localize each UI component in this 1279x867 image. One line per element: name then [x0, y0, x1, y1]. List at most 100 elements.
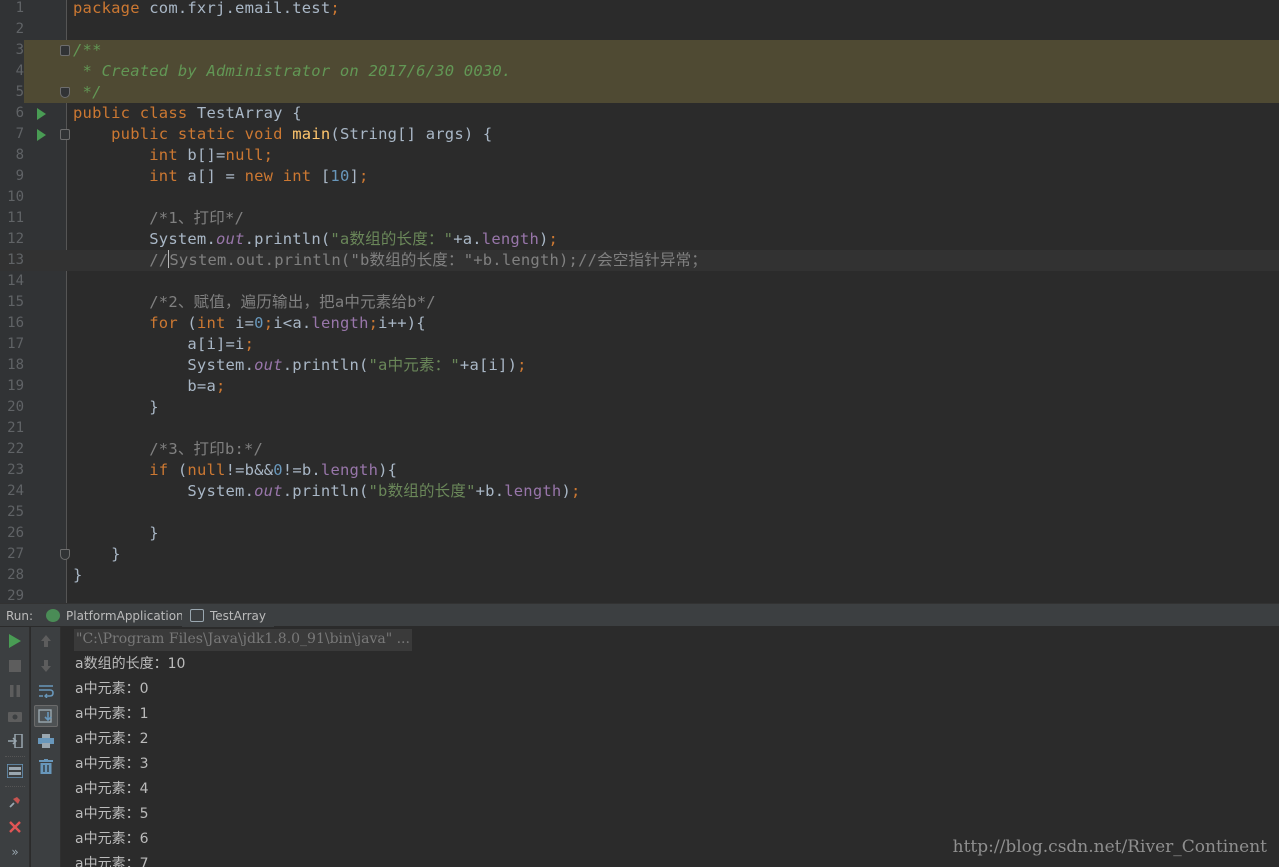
code-text[interactable]: for (int i=0;i<a.length;i++){: [73, 313, 426, 334]
layout-button[interactable]: [6, 762, 24, 780]
output-line: a中元素：2: [75, 731, 149, 747]
run-tool-window-header: Run: PlatformApplication TestArray: [0, 603, 1279, 628]
code-text[interactable]: public static void main(String[] args) {: [73, 124, 492, 145]
console-output[interactable]: "C:\Program Files\Java\jdk1.8.0_91\bin\j…: [62, 627, 1279, 867]
code-line[interactable]: 12 System.out.println("a数组的长度："+a.length…: [0, 229, 1279, 250]
fold-end-marker-icon[interactable]: [60, 87, 70, 98]
print-button[interactable]: [37, 732, 55, 750]
code-text[interactable]: */: [73, 82, 102, 103]
fold-end-marker-icon[interactable]: [60, 549, 70, 560]
play-icon: [9, 634, 21, 648]
fold-marker-icon[interactable]: [60, 45, 70, 56]
output-line: a中元素：5: [75, 806, 149, 822]
code-line[interactable]: 13 //System.out.println("b数组的长度："+b.leng…: [0, 250, 1279, 271]
tab-test-array[interactable]: TestArray: [182, 604, 274, 628]
code-text[interactable]: System.out.println("a中元素："+a[i]);: [73, 355, 527, 376]
scroll-to-end-button[interactable]: [34, 705, 58, 727]
code-line[interactable]: 25: [0, 502, 1279, 523]
code-line[interactable]: 10: [0, 187, 1279, 208]
code-text[interactable]: /*2、赋值，遍历输出，把a中元素给b*/: [73, 292, 436, 313]
line-number: 26: [7, 525, 24, 541]
code-line[interactable]: 22 /*3、打印b:*/: [0, 439, 1279, 460]
code-line[interactable]: 16 for (int i=0;i<a.length;i++){: [0, 313, 1279, 334]
tab-platform-application[interactable]: PlatformApplication: [38, 604, 193, 628]
code-line[interactable]: 4 * Created by Administrator on 2017/6/3…: [0, 61, 1279, 82]
code-line[interactable]: 28}: [0, 565, 1279, 586]
up-stack-button[interactable]: [37, 632, 55, 650]
code-text[interactable]: public class TestArray {: [73, 103, 302, 124]
code-line[interactable]: 8 int b[]=null;: [0, 145, 1279, 166]
line-number: 4: [0, 61, 24, 82]
layout-icon: [7, 764, 23, 778]
fold-marker-icon[interactable]: [60, 129, 70, 140]
camera-icon: [8, 712, 22, 722]
code-line[interactable]: 6 public class TestArray {: [0, 103, 1279, 124]
code-text[interactable]: b=a;: [73, 376, 226, 397]
line-number: 9: [15, 168, 24, 184]
run-gutter-icon[interactable]: [37, 108, 46, 120]
code-line[interactable]: 15 /*2、赋值，遍历输出，把a中元素给b*/: [0, 292, 1279, 313]
code-line[interactable]: 21: [0, 418, 1279, 439]
code-text[interactable]: //System.out.println("b数组的长度："+b.length)…: [73, 250, 707, 271]
stop-button[interactable]: [6, 657, 24, 675]
pin-tab-button[interactable]: [6, 793, 24, 811]
code-text[interactable]: /*3、打印b:*/: [73, 439, 263, 460]
java-command-line[interactable]: "C:\Program Files\Java\jdk1.8.0_91\bin\j…: [74, 629, 412, 651]
exit-button[interactable]: [6, 732, 24, 750]
rerun-button[interactable]: [6, 632, 24, 650]
tab-label: TestArray: [210, 609, 266, 623]
code-text[interactable]: if (null!=b&&0!=b.length){: [73, 460, 397, 481]
code-line[interactable]: 14: [0, 271, 1279, 292]
output-line: a中元素：7: [75, 856, 149, 867]
code-text[interactable]: }: [73, 523, 159, 544]
line-number: 28: [7, 567, 24, 583]
code-line[interactable]: 9 int a[] = new int [10];: [0, 166, 1279, 187]
down-stack-button[interactable]: [37, 657, 55, 675]
pin-icon: [9, 797, 20, 808]
code-line[interactable]: 24 System.out.println("b数组的长度"+b.length)…: [0, 481, 1279, 502]
soft-wrap-button[interactable]: [37, 682, 55, 700]
code-editor[interactable]: 1 package com.fxrj.email.test; 2 3/** 4 * Cr…: [0, 0, 1279, 603]
close-button[interactable]: [6, 818, 24, 836]
code-line[interactable]: 5 */: [0, 82, 1279, 103]
stop-icon: [9, 660, 21, 672]
output-line: a中元素：6: [75, 831, 149, 847]
code-text[interactable]: }: [73, 544, 121, 565]
code-text[interactable]: int b[]=null;: [73, 145, 273, 166]
code-text[interactable]: /**: [73, 40, 102, 61]
toolbar-separator: [5, 756, 25, 757]
code-line[interactable]: 20 }: [0, 397, 1279, 418]
code-text[interactable]: * Created by Administrator on 2017/6/30 …: [73, 61, 512, 82]
code-text[interactable]: /*1、打印*/: [73, 208, 244, 229]
code-text[interactable]: package com.fxrj.email.test;: [73, 0, 340, 19]
code-line[interactable]: 1 package com.fxrj.email.test;: [0, 0, 1279, 19]
soft-wrap-icon: [39, 685, 54, 698]
code-text[interactable]: a[i]=i;: [73, 334, 254, 355]
line-number: 11: [7, 210, 24, 226]
code-text[interactable]: }: [73, 565, 83, 586]
code-line[interactable]: 3 /**: [0, 40, 1279, 61]
code-text[interactable]: System.out.println("b数组的长度"+b.length);: [73, 481, 581, 502]
code-text[interactable]: System.out.println("a数组的长度："+a.length);: [73, 229, 558, 250]
line-number: 10: [7, 189, 24, 205]
code-line[interactable]: 11 /*1、打印*/: [0, 208, 1279, 229]
code-line[interactable]: 23 if (null!=b&&0!=b.length){: [0, 460, 1279, 481]
pause-button[interactable]: [6, 682, 24, 700]
code-line[interactable]: 7 public static void main(String[] args)…: [0, 124, 1279, 145]
code-line[interactable]: 19 b=a;: [0, 376, 1279, 397]
code-line[interactable]: 2: [0, 19, 1279, 40]
clear-all-button[interactable]: [37, 757, 55, 775]
code-line[interactable]: 17 a[i]=i;: [0, 334, 1279, 355]
tab-label: PlatformApplication: [66, 609, 184, 623]
code-text[interactable]: int a[] = new int [10];: [73, 166, 369, 187]
code-text[interactable]: }: [73, 397, 159, 418]
line-number: 14: [7, 273, 24, 289]
code-line[interactable]: 18 System.out.println("a中元素："+a[i]);: [0, 355, 1279, 376]
more-icon[interactable]: »: [6, 843, 24, 861]
run-toolbar-secondary: [31, 627, 61, 867]
code-line[interactable]: 27 }: [0, 544, 1279, 565]
run-gutter-icon[interactable]: [37, 129, 46, 141]
code-line[interactable]: 29: [0, 586, 1279, 603]
dump-threads-button[interactable]: [6, 707, 24, 725]
code-line[interactable]: 26 }: [0, 523, 1279, 544]
